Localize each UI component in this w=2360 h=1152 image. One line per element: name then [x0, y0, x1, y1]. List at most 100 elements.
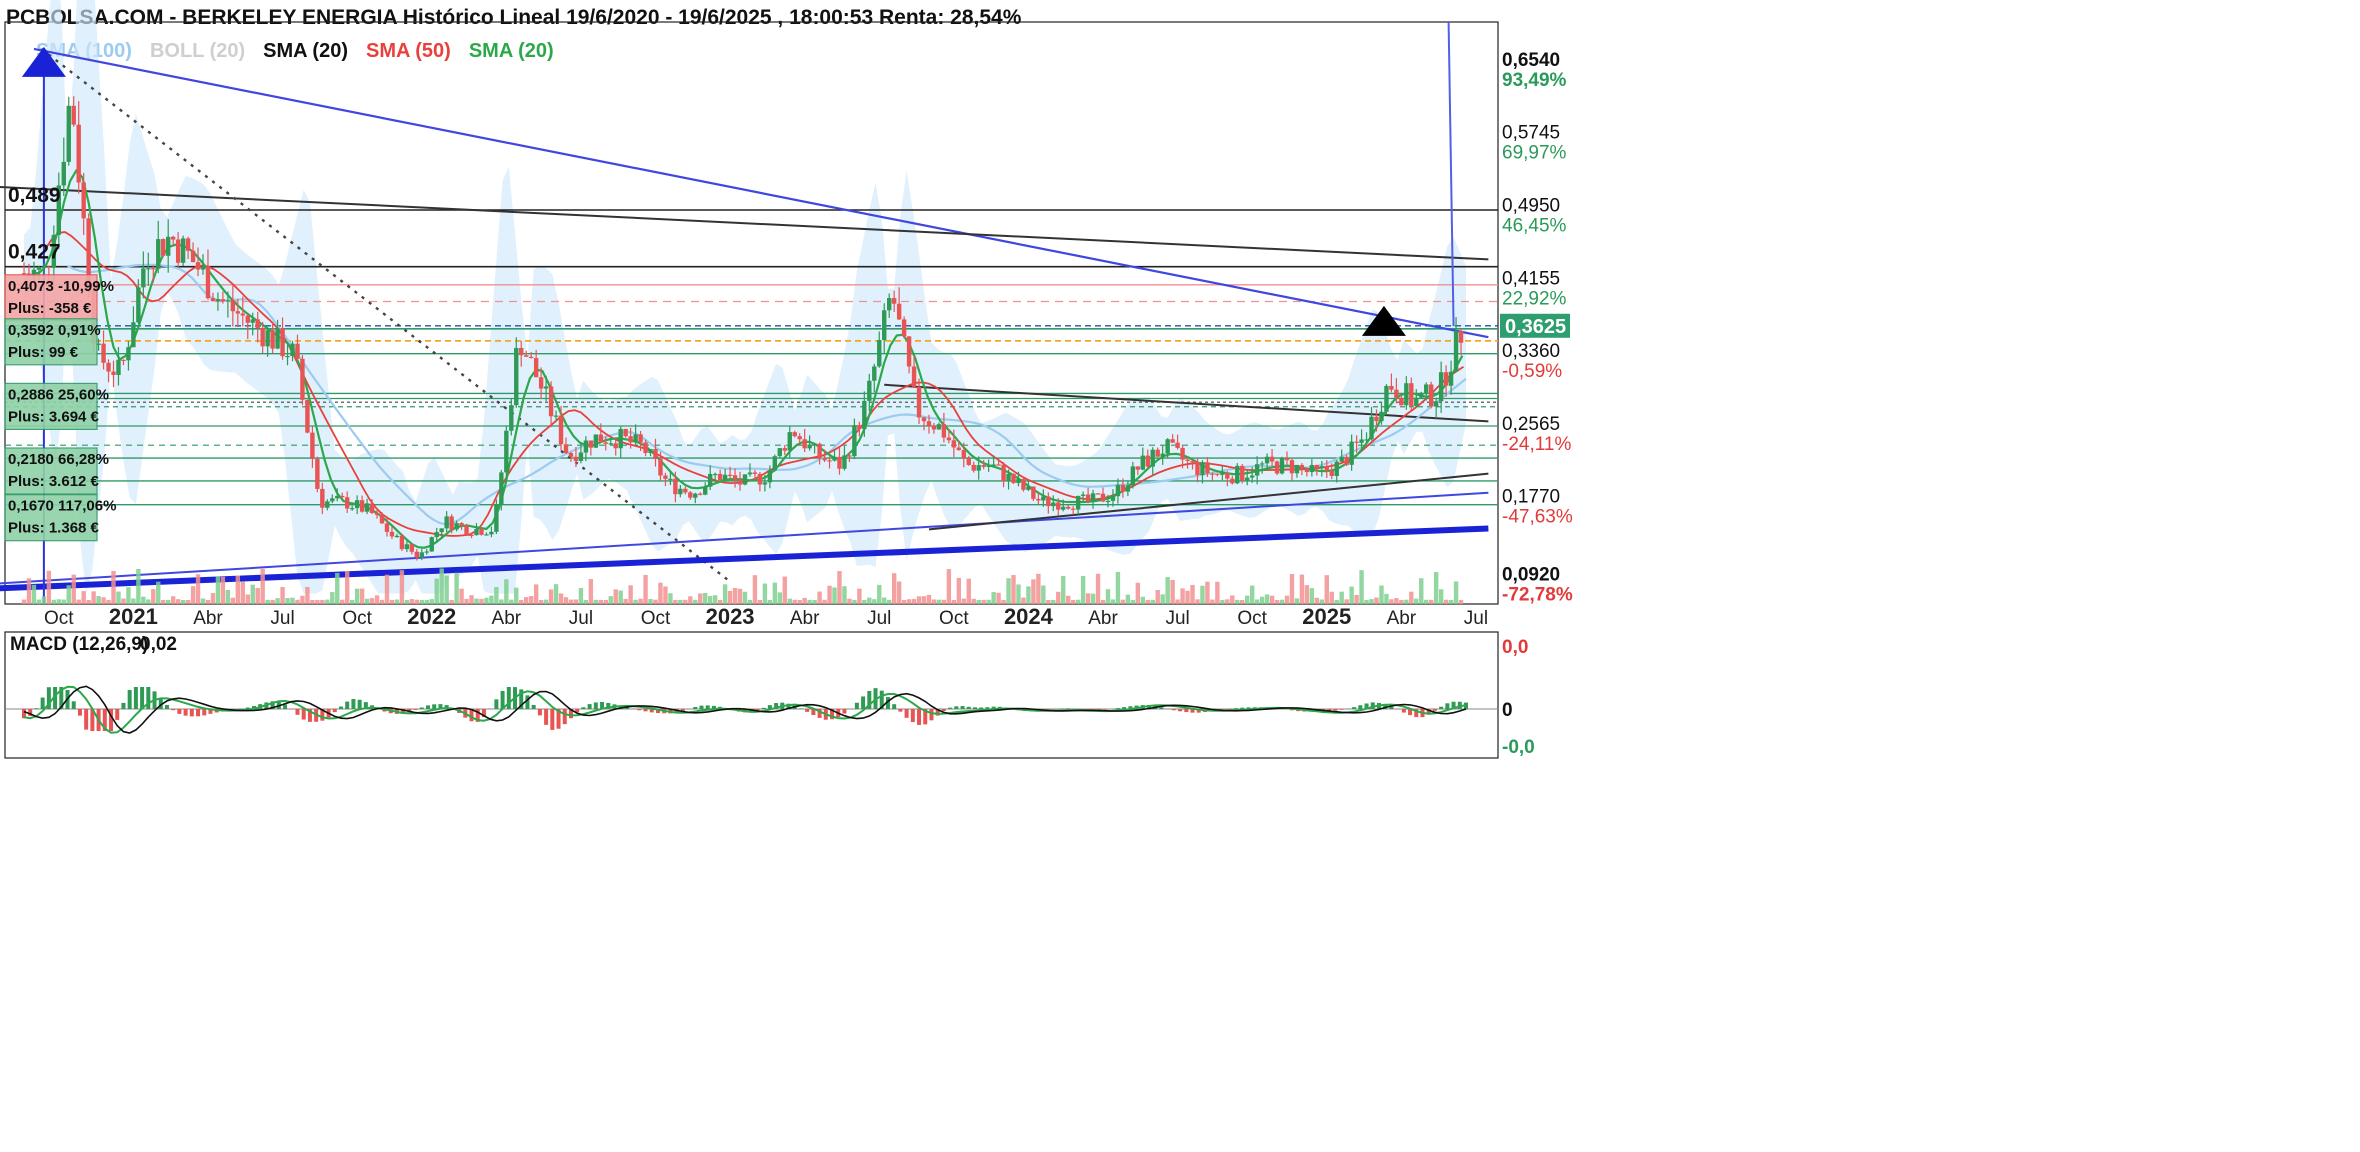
volume-bar — [389, 599, 395, 604]
candle-body — [230, 300, 236, 312]
candle-body — [41, 266, 47, 268]
candle-body — [161, 239, 166, 256]
volume-bar — [777, 592, 783, 604]
volume-bar — [1409, 591, 1414, 604]
candle-body — [787, 432, 792, 451]
candle-body — [190, 250, 196, 263]
volume-bar — [1453, 581, 1459, 604]
candle-body — [315, 458, 320, 489]
volume-bar — [111, 570, 116, 604]
candle-body — [459, 523, 464, 526]
macd-histogram-bar — [593, 702, 598, 709]
macd-histogram-bar — [127, 689, 132, 709]
macd-histogram-bar — [426, 705, 431, 709]
candle-body — [1399, 397, 1404, 406]
candle-body — [1100, 493, 1106, 502]
macd-histogram-bar — [525, 695, 530, 709]
candle-body — [926, 421, 932, 426]
macd-title: MACD (12,26,9) — [10, 634, 148, 655]
candle-body — [747, 472, 753, 475]
candle-body — [195, 262, 201, 270]
candle-body — [1165, 439, 1170, 454]
candle-body — [1205, 462, 1210, 474]
macd-axis-label: 0 — [1502, 700, 1513, 721]
candle-body — [111, 371, 116, 375]
candle-body — [1225, 472, 1230, 479]
candle-body — [598, 434, 603, 443]
candle-body — [275, 328, 280, 349]
volume-bar — [593, 599, 599, 604]
volume-bar — [499, 599, 504, 604]
macd-histogram-bar — [1358, 705, 1363, 709]
volume-bar — [1085, 593, 1091, 604]
candle-body — [792, 432, 797, 437]
candle-body — [200, 266, 206, 270]
volume-bar — [195, 574, 201, 604]
candle-body — [872, 366, 877, 381]
volume-bar — [941, 599, 947, 604]
candle-body — [389, 531, 395, 537]
volume-bar — [1070, 599, 1076, 604]
volume-bar — [1056, 591, 1061, 604]
volume-bar — [1205, 581, 1210, 604]
candle-body — [1200, 462, 1205, 475]
candle-body — [116, 359, 121, 375]
candle-body — [240, 313, 245, 316]
candle-body — [916, 386, 922, 418]
macd-histogram-bar — [171, 709, 176, 711]
macd-histogram-bar — [1178, 709, 1183, 712]
volume-bar — [703, 592, 708, 604]
macd-histogram-bar — [295, 709, 300, 715]
candle-body — [1329, 470, 1334, 476]
volume-bar — [1095, 573, 1101, 604]
macd-histogram-bar — [332, 709, 337, 713]
candle-body — [583, 440, 589, 453]
macd-histogram-bar — [941, 709, 946, 711]
candle-body — [1404, 383, 1409, 406]
candle-body — [991, 464, 996, 466]
candle-body — [1324, 466, 1329, 471]
candle-body — [1279, 458, 1285, 474]
volume-bar — [782, 576, 787, 604]
candle-body — [976, 465, 981, 471]
macd-histogram-bar — [1234, 708, 1239, 709]
volume-bar — [1379, 585, 1384, 604]
volume-bar — [374, 595, 380, 604]
candle-body — [1095, 493, 1101, 495]
macd-histogram-bar — [183, 709, 188, 716]
volume-bar — [891, 573, 897, 604]
candle-body — [593, 434, 599, 448]
volume-bar — [1245, 595, 1250, 604]
macd-histogram-bar — [1401, 709, 1406, 713]
candle-body — [290, 343, 295, 357]
volume-bar — [538, 599, 544, 604]
volume-bar — [66, 585, 71, 604]
candle-body — [1011, 473, 1016, 484]
candle-body — [21, 273, 27, 275]
volume-bar — [379, 599, 385, 604]
volume-bar — [1279, 599, 1285, 604]
volume-bar — [36, 599, 42, 604]
candle-body — [1319, 466, 1324, 469]
macd-histogram-bar — [140, 687, 145, 709]
volume-bar — [906, 599, 912, 604]
candle-body — [762, 482, 768, 485]
volume-bar — [1414, 598, 1419, 604]
volume-bar — [643, 574, 648, 604]
volume-bar — [1115, 571, 1121, 604]
volume-bar — [56, 599, 62, 604]
macd-histogram-bar — [854, 702, 859, 709]
candle-body — [1175, 442, 1180, 448]
candle-body — [126, 347, 131, 361]
volume-bar — [842, 586, 847, 604]
candle-body — [807, 444, 812, 449]
volume-bar — [369, 598, 375, 604]
candle-body — [1021, 479, 1026, 490]
volume-bar — [1329, 591, 1334, 604]
candle-body — [608, 443, 613, 445]
volume-bar — [325, 599, 330, 604]
candle-body — [1056, 502, 1061, 510]
volume-bar — [727, 590, 733, 604]
volume-bar — [707, 595, 713, 604]
volume-bar — [96, 596, 101, 604]
